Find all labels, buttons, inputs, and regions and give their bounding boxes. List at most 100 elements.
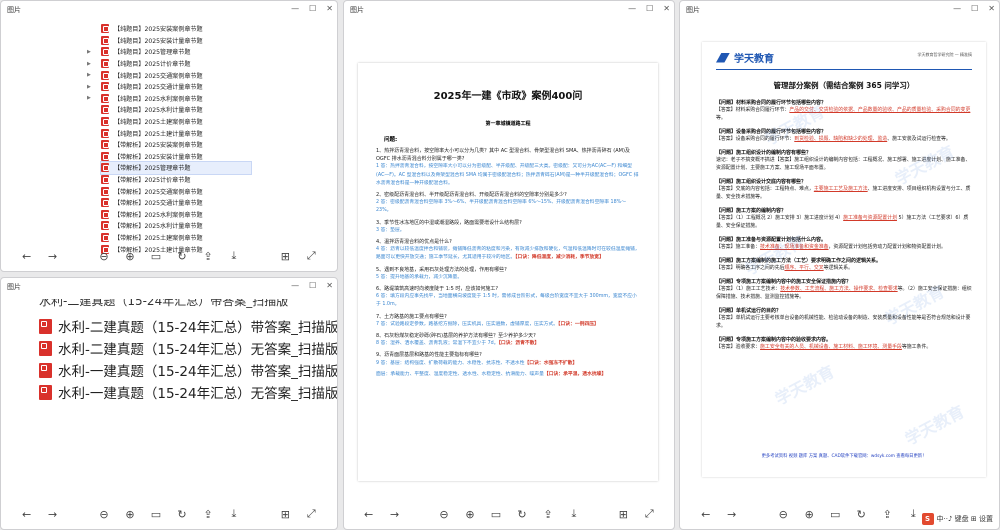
share-icon[interactable]: ⇪: [201, 507, 215, 521]
answer-block: 【答案】施工准备：技术准备、现场准备和资金准备，资源配置计划包括劳动力配置计划和…: [716, 243, 972, 251]
file-list-item[interactable]: 水利-二建真题（15-24年汇总）带答案_扫描版: [39, 315, 337, 337]
answer-block: 【答案】验收要求：施工安全有关的人员、机械设备、施工材料、施工环境、测量手段等施…: [716, 343, 972, 351]
zoom-in-icon[interactable]: ⊕: [802, 507, 816, 521]
file-list-item[interactable]: 【带解析】2025交通计量章节题: [101, 197, 251, 209]
fit-icon[interactable]: ▭: [149, 507, 163, 521]
file-list-item[interactable]: 【带解析】2025交通案例章节题: [101, 185, 251, 197]
back-icon[interactable]: ←: [699, 507, 713, 521]
download-icon[interactable]: ⤓: [227, 249, 241, 263]
header-divider: [716, 69, 972, 70]
fullscreen-icon[interactable]: ⤢: [642, 507, 656, 521]
minimize-icon[interactable]: —: [628, 4, 636, 13]
minimize-icon[interactable]: —: [291, 281, 299, 290]
file-list-item[interactable]: ▶ 【纯题目】2025交通案例章节题: [87, 69, 251, 81]
maximize-icon[interactable]: ☐: [971, 4, 978, 13]
expand-arrow-icon[interactable]: ▶: [87, 95, 91, 101]
question-text: 【问题】施工准备与资源配置计划包括什么内容。: [716, 237, 827, 243]
pdf-file-icon: [39, 362, 52, 378]
file-name: 【纯题目】2025计价章节题: [114, 61, 191, 69]
file-list-item[interactable]: 水利-二建真题（15-24年汇总）无答案_扫描版: [39, 337, 337, 359]
file-list-item[interactable]: 【带解析】2025水利计量章节题: [101, 220, 251, 232]
grid-icon[interactable]: ⊞: [278, 249, 292, 263]
file-list-item[interactable]: 【带解析】2025安装案例章节题: [101, 139, 251, 151]
file-list-item[interactable]: ▶ 【纯题目】2025交通计量章节题: [87, 81, 251, 93]
minimize-icon[interactable]: —: [953, 4, 961, 13]
watermark: 学天教育: [901, 401, 968, 449]
file-list-item[interactable]: 水利-一建真题（15-24年汇总）带答案_扫描版: [39, 359, 337, 381]
file-name: 水利-一建真题（15-24年汇总）无答案_扫描版: [58, 386, 338, 402]
fit-icon[interactable]: ▭: [489, 507, 503, 521]
fullscreen-icon[interactable]: ⤢: [304, 249, 318, 263]
forward-icon[interactable]: →: [46, 507, 60, 521]
back-icon[interactable]: ←: [362, 507, 376, 521]
zoom-in-icon[interactable]: ⊕: [463, 507, 477, 521]
window-titlebar[interactable]: 图片: [1, 278, 337, 296]
zoom-in-icon[interactable]: ⊕: [123, 507, 137, 521]
grid-icon[interactable]: ⊞: [616, 507, 630, 521]
rotate-icon[interactable]: ↻: [175, 249, 189, 263]
download-icon[interactable]: ⤓: [567, 507, 581, 521]
expand-arrow-icon[interactable]: ▶: [87, 72, 91, 78]
pdf-file-icon: [101, 128, 109, 138]
pdf-file-icon: [101, 175, 109, 185]
file-list-item[interactable]: 【纯题目】2025安装案例章节题: [101, 23, 251, 35]
forward-icon[interactable]: →: [46, 249, 60, 263]
share-icon[interactable]: ⇪: [201, 249, 215, 263]
grid-icon[interactable]: ⊞: [278, 507, 292, 521]
file-list-item[interactable]: 【带解析】2025安装计量章节题: [101, 151, 251, 163]
window-titlebar[interactable]: 图片: [1, 1, 337, 19]
rotate-icon[interactable]: ↻: [854, 507, 868, 521]
ime-toolbar[interactable]: S 中··♪ 键盘 ⊞ 设置: [921, 513, 993, 525]
question-text: 9、沥青面层基层和路基的性能主要指标有哪些?: [376, 352, 482, 359]
file-list-item[interactable]: 【带解析】2025水利案例章节题: [101, 209, 251, 221]
close-icon[interactable]: ✕: [326, 281, 333, 290]
file-name: 【纯题目】2025安装案例章节题: [114, 26, 203, 34]
forward-icon[interactable]: →: [388, 507, 402, 521]
window-titlebar[interactable]: 图片: [680, 1, 999, 19]
minimize-icon[interactable]: —: [291, 4, 299, 13]
file-name: 【纯题目】2025交通计量章节题: [114, 84, 203, 92]
question-text: 【问题】设备采购合同的履行环节包括哪些内容？: [716, 129, 827, 135]
close-icon[interactable]: ✕: [988, 4, 995, 13]
back-icon[interactable]: ←: [20, 507, 34, 521]
close-icon[interactable]: ✕: [663, 4, 670, 13]
download-icon[interactable]: ⤓: [906, 507, 920, 521]
file-list-item[interactable]: ▶ 【纯题目】2025计价章节题: [87, 58, 251, 70]
window-titlebar[interactable]: 图片: [344, 1, 674, 19]
highlighted-answer: 技术参数、工艺流程、施工方法、操作要求、检查要求: [780, 286, 898, 292]
zoom-out-icon[interactable]: ⊖: [97, 249, 111, 263]
file-list-item[interactable]: ▶ 【纯题目】2025水利案例章节题: [87, 93, 251, 105]
file-list-item[interactable]: ▶ 【纯题目】2025管理章节题: [87, 46, 251, 58]
expand-arrow-icon[interactable]: ▶: [87, 84, 91, 90]
back-icon[interactable]: ←: [20, 249, 34, 263]
rotate-icon[interactable]: ↻: [175, 507, 189, 521]
forward-icon[interactable]: →: [725, 507, 739, 521]
zoom-out-icon[interactable]: ⊖: [776, 507, 790, 521]
expand-arrow-icon[interactable]: ▶: [87, 49, 91, 55]
fit-icon[interactable]: ▭: [828, 507, 842, 521]
file-list-item[interactable]: 【纯题目】2025安装计量章节题: [101, 35, 251, 47]
answer-text: 2 答：密级配沥青混合料空隙率 3%～6%、半开级配沥青混合料空隙率 6%～15…: [376, 200, 626, 214]
answer-tail: 等施工条件。: [901, 344, 932, 350]
download-icon[interactable]: ⤓: [227, 507, 241, 521]
maximize-icon[interactable]: ☐: [309, 4, 316, 13]
expand-arrow-icon[interactable]: ▶: [87, 61, 91, 67]
maximize-icon[interactable]: ☐: [309, 281, 316, 290]
close-icon[interactable]: ✕: [326, 4, 333, 13]
share-icon[interactable]: ⇪: [880, 507, 894, 521]
zoom-in-icon[interactable]: ⊕: [123, 249, 137, 263]
file-list-item[interactable]: 【纯题目】2025水利计量章节题: [101, 104, 251, 116]
share-icon[interactable]: ⇪: [541, 507, 555, 521]
zoom-out-icon[interactable]: ⊖: [437, 507, 451, 521]
file-list-item[interactable]: 【带解析】2025计价章节题: [101, 174, 251, 186]
maximize-icon[interactable]: ☐: [646, 4, 653, 13]
file-list-item[interactable]: 【纯题目】2025土建计量章节题: [101, 127, 251, 139]
zoom-out-icon[interactable]: ⊖: [97, 507, 111, 521]
fullscreen-icon[interactable]: ⤢: [304, 507, 318, 521]
fit-icon[interactable]: ▭: [149, 249, 163, 263]
highlighted-answer: 到货检验、损毁、缺陷和缺少的处理、监造: [794, 136, 888, 142]
file-list-item[interactable]: 水利-一建真题（15-24年汇总）无答案_扫描版: [39, 381, 338, 403]
file-list-item[interactable]: 【带解析】2025管理章节题: [100, 161, 252, 175]
rotate-icon[interactable]: ↻: [515, 507, 529, 521]
file-list-item[interactable]: 【纯题目】2025土建案例章节题: [101, 116, 251, 128]
